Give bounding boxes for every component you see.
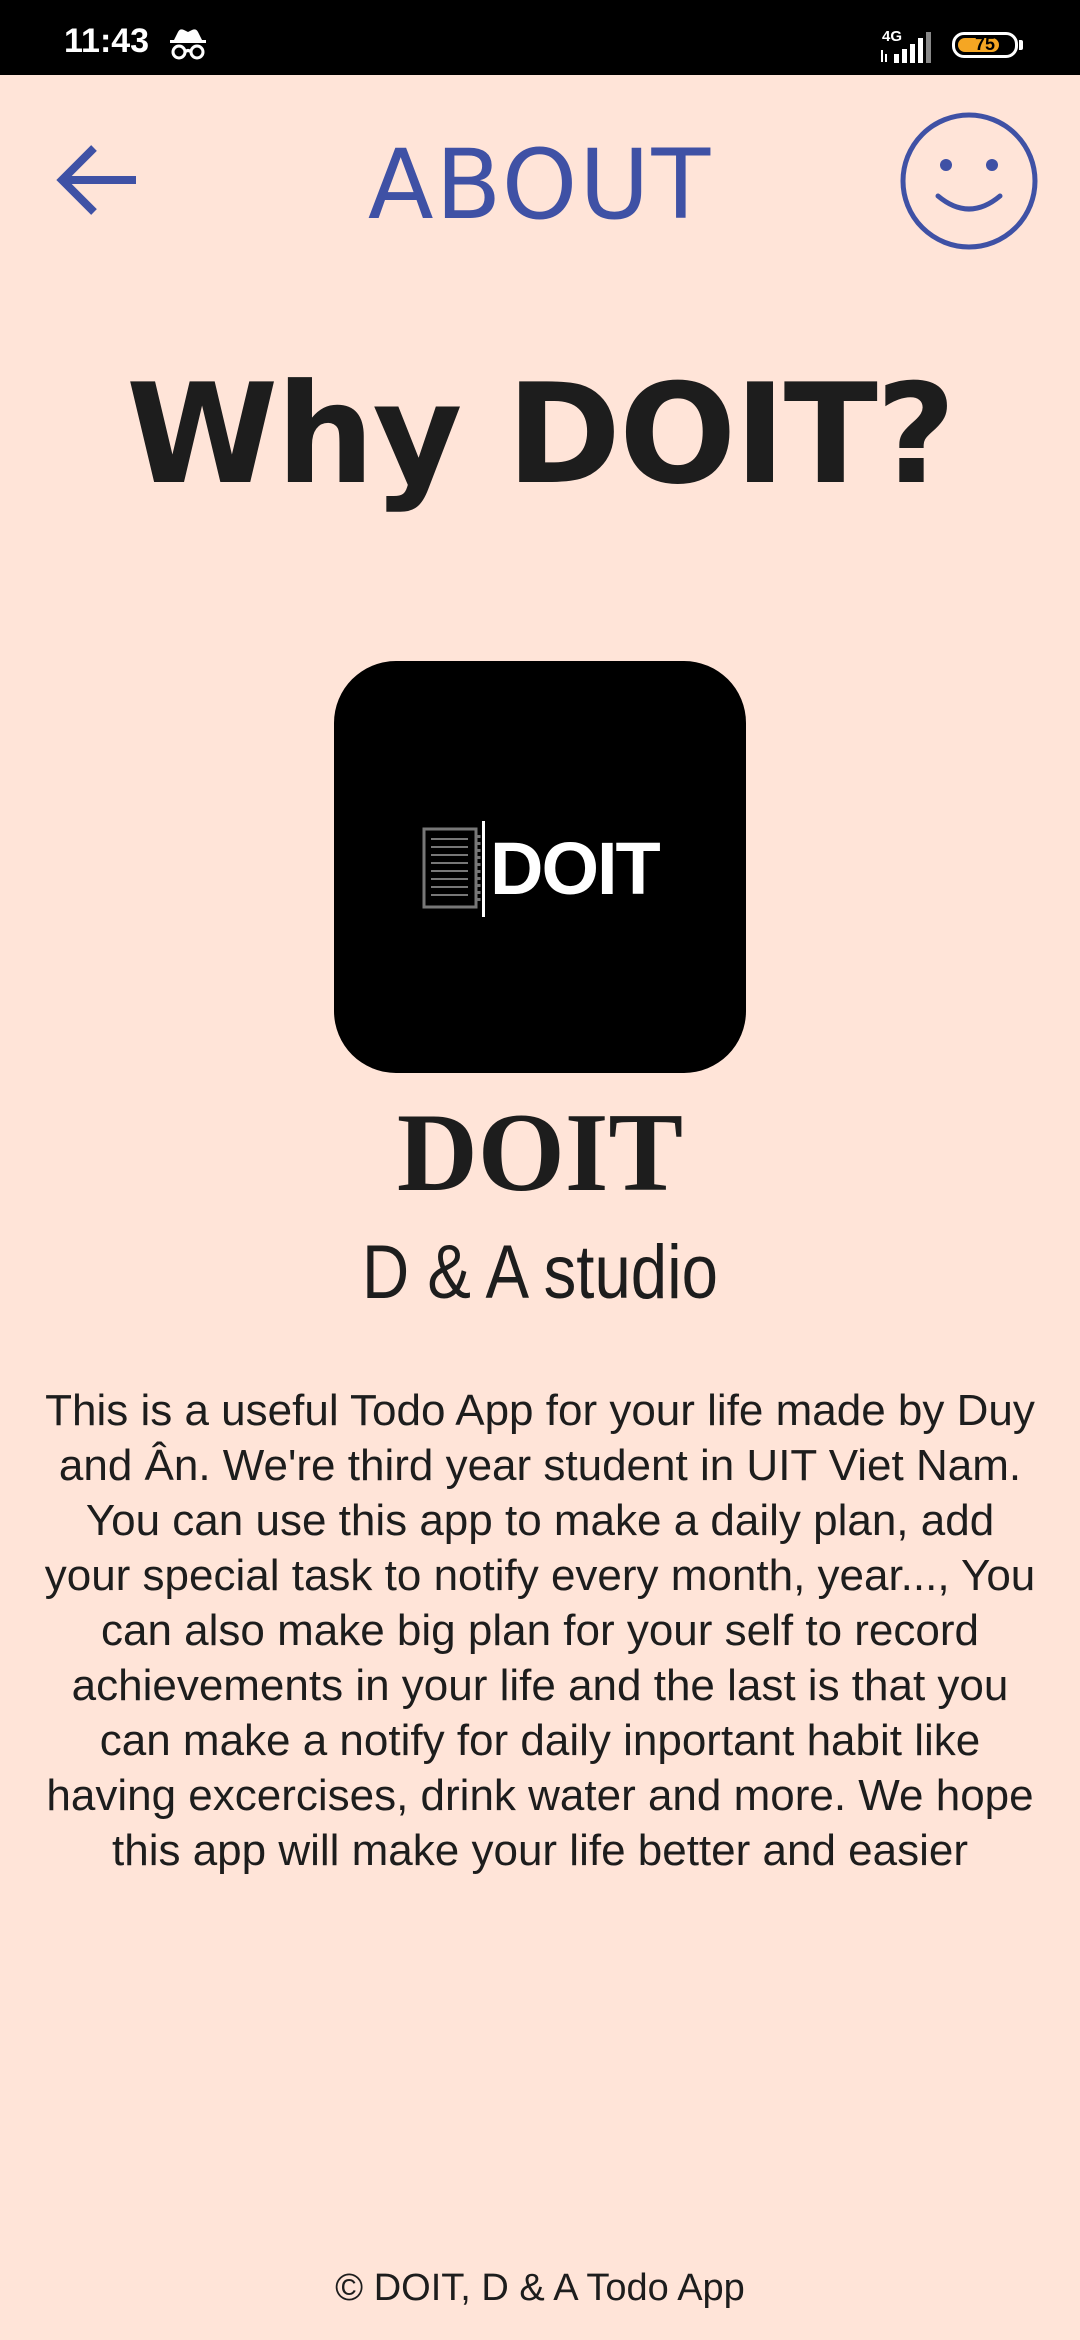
incognito-icon [170, 29, 206, 60]
smiley-face-icon [900, 112, 1038, 250]
footer-copyright: © DOIT, D & A Todo App [335, 2267, 745, 2309]
logo-text: DOIT [490, 827, 661, 910]
app-description: This is a useful Todo App for your life … [44, 1386, 1036, 1875]
logo-divider [482, 821, 485, 917]
checklist-icon [422, 827, 481, 909]
profile-button[interactable] [898, 110, 1040, 252]
battery-icon: 75 [952, 32, 1018, 58]
status-bar: 11:43 4G 75 [0, 0, 1080, 75]
battery-tip [1019, 40, 1023, 50]
studio-name: D & A studio [361, 1230, 719, 1315]
signal-icon [881, 32, 931, 63]
battery-level: 75 [974, 34, 996, 54]
app-logo: DOIT [334, 661, 746, 1073]
status-time: 11:43 [64, 22, 150, 60]
app-name: DOIT [396, 1091, 684, 1215]
section-heading: Why DOIT? [126, 354, 956, 515]
